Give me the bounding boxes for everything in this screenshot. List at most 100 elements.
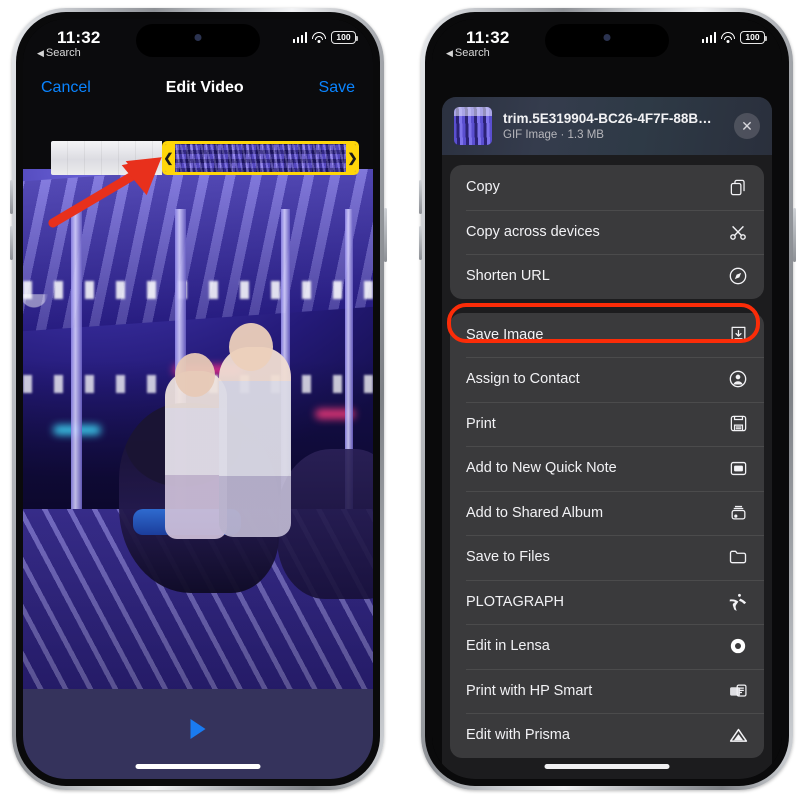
cellular-signal-icon (292, 32, 307, 43)
shared-album-icon (726, 501, 750, 525)
battery-level: 100 (745, 32, 760, 43)
plotagraph-icon (726, 590, 750, 614)
back-label: Search (454, 47, 490, 59)
menu-item-edit-with-prisma[interactable]: Edit with Prisma (450, 713, 764, 758)
battery-icon: 100 (740, 31, 767, 44)
video-preview[interactable] (23, 169, 373, 689)
status-indicators: 100 (292, 31, 358, 44)
volume-up-button[interactable] (418, 180, 422, 214)
menu-item-label: Edit in Lensa (466, 638, 550, 655)
left-phone-screen: Cancel Edit Video Save ❮ ❯ 11:32 ◀ Searc… (23, 19, 373, 779)
volume-down-button[interactable] (418, 226, 422, 260)
menu-item-save-image[interactable]: Save Image (450, 313, 764, 358)
power-button[interactable] (792, 208, 796, 262)
volume-up-button[interactable] (9, 180, 13, 214)
right-status-bar: 11:32 ◀ Search 100 (432, 19, 782, 69)
trim-handle-left[interactable]: ❮ (164, 144, 175, 172)
trimmer-selected-region[interactable]: ❮ ❯ (161, 141, 359, 175)
screenshot-stage: Cancel Edit Video Save ❮ ❯ 11:32 ◀ Searc… (0, 0, 800, 794)
back-to-search-link[interactable]: ◀ Search (446, 47, 490, 59)
share-sheet: trim.5E319904-BC26-4F7F-88B… GIF Image ·… (442, 97, 772, 779)
back-caret-icon: ◀ (446, 47, 453, 58)
child-subject-head (175, 353, 215, 397)
menu-item-label: Assign to Contact (466, 371, 580, 388)
battery-icon: 100 (331, 31, 358, 44)
menu-item-plotagraph[interactable]: PLOTAGRAPH (450, 579, 764, 625)
menu-item-print-with-hp-smart[interactable]: Print with HP Smart (450, 668, 764, 714)
status-time: 11:32 (57, 28, 101, 47)
trim-handle-right[interactable]: ❯ (346, 144, 356, 172)
cancel-button[interactable]: Cancel (41, 79, 91, 97)
menu-item-copy-across-devices[interactable]: Copy across devices (450, 209, 764, 255)
menu-item-assign-to-contact[interactable]: Assign to Contact (450, 357, 764, 402)
quick-note-icon (726, 456, 750, 480)
menu-item-copy[interactable]: Copy (450, 165, 764, 210)
left-phone-bezel: Cancel Edit Video Save ❮ ❯ 11:32 ◀ Searc… (16, 12, 380, 786)
wifi-icon (312, 32, 326, 43)
menu-item-print[interactable]: Print (450, 401, 764, 447)
actions-group-1: Copy Copy across devices Shorten URL (450, 165, 764, 299)
play-icon[interactable] (190, 719, 206, 739)
printer-icon (726, 412, 750, 436)
share-sheet-app: trim.5E319904-BC26-4F7F-88B… GIF Image ·… (432, 19, 782, 779)
carousel-horse-secondary (277, 449, 373, 599)
left-phone-device: Cancel Edit Video Save ❮ ❯ 11:32 ◀ Searc… (9, 8, 387, 790)
menu-item-label: Save Image (466, 326, 544, 343)
battery-level: 100 (336, 32, 351, 43)
menu-item-edit-in-lensa[interactable]: Edit in Lensa (450, 624, 764, 669)
edit-video-app: Cancel Edit Video Save ❮ ❯ 11:32 ◀ Searc… (23, 19, 373, 779)
file-name: trim.5E319904-BC26-4F7F-88B… (503, 111, 712, 126)
page-title: Edit Video (165, 79, 244, 96)
folder-icon (726, 545, 750, 569)
menu-item-label: Edit with Prisma (466, 727, 570, 744)
hp-smart-printer-icon (726, 679, 750, 703)
right-phone-device: trim.5E319904-BC26-4F7F-88B… GIF Image ·… (418, 8, 796, 790)
wifi-icon (721, 32, 735, 43)
scissors-icon (726, 220, 750, 244)
back-to-search-link[interactable]: ◀ Search (37, 47, 81, 59)
right-phone-screen: trim.5E319904-BC26-4F7F-88B… GIF Image ·… (432, 19, 782, 779)
save-button[interactable]: Save (319, 79, 355, 97)
actions-group-2: Save Image Assign to Contact Print Add t… (450, 312, 764, 758)
trimmer-unselected-region[interactable] (51, 141, 162, 175)
menu-item-label: Add to New Quick Note (466, 460, 617, 477)
cellular-signal-icon (701, 32, 716, 43)
menu-item-label: Print with HP Smart (466, 682, 593, 699)
menu-item-label: Copy (466, 179, 500, 196)
back-label: Search (45, 47, 81, 59)
menu-item-label: PLOTAGRAPH (466, 593, 565, 610)
back-caret-icon: ◀ (37, 47, 44, 58)
menu-item-save-to-files[interactable]: Save to Files (450, 535, 764, 580)
menu-item-add-to-new-quick-note[interactable]: Add to New Quick Note (450, 446, 764, 491)
person-circle-icon (726, 367, 750, 391)
volume-down-button[interactable] (9, 226, 13, 260)
save-download-icon (726, 323, 750, 347)
edit-video-navbar: Cancel Edit Video Save (23, 69, 373, 107)
front-camera-icon (603, 34, 611, 41)
lensa-ring-icon (726, 634, 750, 658)
share-sheet-header: trim.5E319904-BC26-4F7F-88B… GIF Image ·… (442, 97, 772, 155)
compass-icon (726, 264, 750, 288)
file-thumbnail (454, 107, 492, 145)
file-meta: GIF Image · 1.3 MB (503, 129, 604, 141)
close-icon[interactable]: ✕ (734, 113, 760, 139)
status-indicators: 100 (701, 31, 767, 44)
menu-item-shorten-url[interactable]: Shorten URL (450, 254, 764, 299)
file-info: trim.5E319904-BC26-4F7F-88B… GIF Image ·… (503, 111, 723, 141)
adult-subject (219, 347, 291, 537)
menu-item-label: Copy across devices (466, 223, 600, 240)
right-phone-bezel: trim.5E319904-BC26-4F7F-88B… GIF Image ·… (425, 12, 789, 786)
menu-item-add-to-shared-album[interactable]: Add to Shared Album (450, 490, 764, 536)
menu-item-label: Save to Files (466, 549, 550, 566)
power-button[interactable] (383, 208, 387, 262)
home-indicator[interactable] (544, 764, 670, 769)
left-status-bar: 11:32 ◀ Search 100 (23, 19, 373, 69)
video-trimmer[interactable]: ❮ ❯ (51, 141, 359, 175)
status-time: 11:32 (466, 28, 510, 47)
menu-item-label: Shorten URL (466, 268, 550, 285)
prisma-triangle-icon (726, 723, 750, 747)
menu-item-label: Print (466, 415, 496, 432)
copy-icon (726, 175, 750, 199)
home-indicator[interactable] (135, 764, 261, 769)
adult-subject-head (229, 323, 273, 371)
